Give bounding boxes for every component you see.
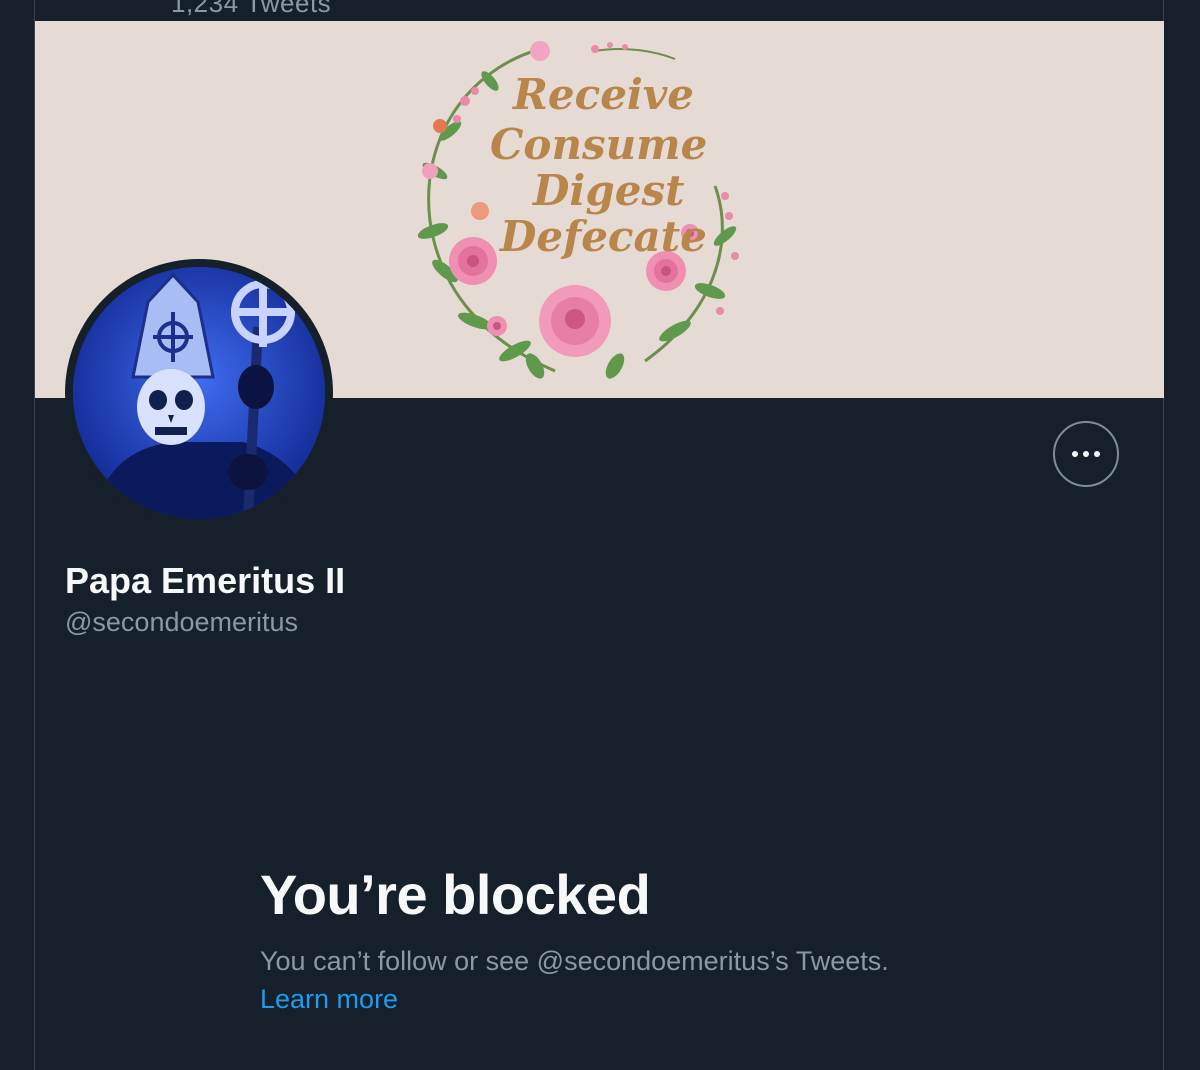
profile-header-bar: 1,234 Tweets xyxy=(35,0,1163,21)
avatar-image xyxy=(73,267,325,519)
blocked-title: You’re blocked xyxy=(260,863,651,926)
more-horizontal-icon xyxy=(1072,451,1100,457)
profile-page: 1,234 Tweets Receive Consume Digest Defe… xyxy=(0,0,1200,1070)
more-options-button[interactable] xyxy=(1053,421,1119,487)
banner-line-3: Digest xyxy=(532,166,685,215)
blocked-description: You can’t follow or see @secondoemeritus… xyxy=(260,946,889,976)
avatar[interactable] xyxy=(73,267,325,519)
banner-line-1: Receive xyxy=(512,70,694,119)
profile-display-name: Papa Emeritus II xyxy=(65,560,346,601)
banner-line-2: Consume xyxy=(490,120,707,169)
profile-handle: @secondoemeritus xyxy=(65,607,299,637)
banner-line-4: Defecate xyxy=(499,212,707,261)
learn-more-link[interactable]: Learn more xyxy=(260,984,398,1015)
tweet-count: 1,234 Tweets xyxy=(171,0,332,18)
